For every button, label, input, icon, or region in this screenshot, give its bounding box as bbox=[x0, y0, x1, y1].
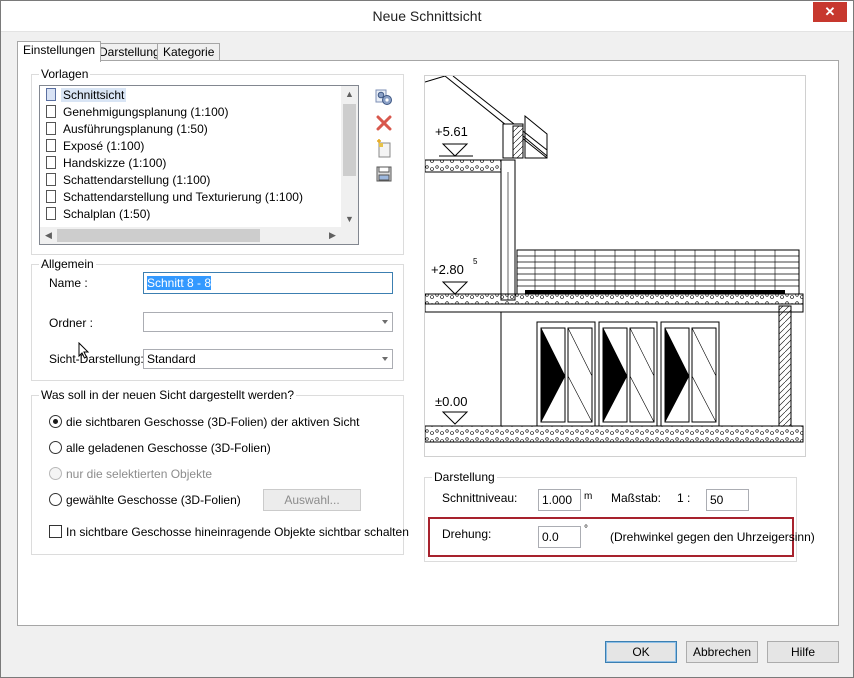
list-item[interactable]: Schalplan (1:50) bbox=[46, 206, 152, 223]
close-button[interactable]: ✕ bbox=[813, 2, 847, 22]
document-icon bbox=[46, 122, 56, 136]
tab-kategorie[interactable]: Kategorie bbox=[157, 43, 221, 61]
section-preview: +5.61 +2.80 5 ±0.00 bbox=[424, 75, 806, 457]
document-icon bbox=[46, 156, 56, 170]
drehung-input[interactable]: 0.0 bbox=[538, 526, 581, 548]
delete-template-button[interactable] bbox=[374, 113, 394, 133]
darstellung-legend: Darstellung bbox=[432, 470, 497, 484]
radio-sichtbare-geschosse-label[interactable]: die sichtbaren Geschosse (3D-Folien) der… bbox=[66, 415, 359, 429]
massstab-prefix: 1 : bbox=[677, 491, 691, 505]
horizontal-scrollbar[interactable]: ◀ ▶ bbox=[40, 227, 358, 244]
close-icon: ✕ bbox=[824, 4, 836, 19]
chevron-down-icon bbox=[382, 320, 388, 324]
sicht-darstellung-value: Standard bbox=[147, 352, 196, 366]
vertical-scroll-thumb[interactable] bbox=[343, 104, 356, 176]
new-template-button[interactable] bbox=[374, 139, 394, 159]
name-input[interactable]: Schnitt 8 - 8 bbox=[143, 272, 393, 294]
name-label: Name : bbox=[49, 276, 88, 290]
tab-darstellung[interactable]: Darstellung bbox=[93, 43, 166, 61]
dialog-window: Neue Schnittsicht ✕ Einstellungen Darste… bbox=[0, 0, 854, 678]
ok-button[interactable]: OK bbox=[605, 641, 677, 663]
list-item[interactable]: Schnittsicht bbox=[46, 87, 127, 104]
ordner-select[interactable] bbox=[143, 312, 393, 332]
scroll-right-icon[interactable]: ▶ bbox=[324, 227, 341, 244]
new-template-icon bbox=[377, 139, 391, 158]
vertical-scrollbar[interactable]: ▲ ▼ bbox=[341, 86, 358, 228]
delete-x-icon bbox=[376, 115, 392, 131]
sicht-darstellung-select[interactable]: Standard bbox=[143, 349, 393, 369]
section-preview-drawing: +5.61 +2.80 5 ±0.00 bbox=[425, 76, 804, 443]
radio-selektierte-objekte bbox=[49, 467, 62, 480]
help-button[interactable]: Hilfe bbox=[767, 641, 839, 663]
scroll-up-icon[interactable]: ▲ bbox=[341, 86, 358, 103]
allgemein-legend: Allgemein bbox=[39, 257, 96, 271]
list-item[interactable]: Schattendarstellung und Texturierung (1:… bbox=[46, 189, 305, 206]
scroll-left-icon[interactable]: ◀ bbox=[40, 227, 57, 244]
template-settings-button[interactable] bbox=[374, 87, 394, 107]
radio-gewaehlte-geschosse[interactable] bbox=[49, 493, 62, 506]
massstab-input[interactable]: 50 bbox=[706, 489, 749, 511]
list-item[interactable]: Schattendarstellung (1:100) bbox=[46, 172, 212, 189]
document-icon bbox=[46, 207, 56, 221]
drehung-hint: (Drehwinkel gegen den Uhrzeigersinn) bbox=[610, 530, 815, 544]
hineinragende-objekte-label[interactable]: In sichtbare Geschosse hineinragende Obj… bbox=[66, 525, 409, 539]
level-label-upper: +5.61 bbox=[435, 124, 468, 139]
chevron-down-icon bbox=[382, 357, 388, 361]
schnittniveau-input[interactable]: 1.000 bbox=[538, 489, 581, 511]
mouse-cursor-icon bbox=[78, 342, 90, 359]
radio-geladene-geschosse-label[interactable]: alle geladenen Geschosse (3D-Folien) bbox=[66, 441, 271, 455]
name-input-value: Schnitt 8 - 8 bbox=[147, 276, 212, 290]
list-item[interactable]: Handskizze (1:100) bbox=[46, 155, 168, 172]
list-item[interactable]: Exposé (1:100) bbox=[46, 138, 146, 155]
drehung-label: Drehung: bbox=[442, 527, 492, 541]
list-item[interactable]: Genehmigungsplanung (1:100) bbox=[46, 104, 230, 121]
document-icon bbox=[46, 190, 56, 204]
horizontal-scroll-thumb[interactable] bbox=[57, 229, 260, 242]
dargestellt-legend: Was soll in der neuen Sicht dargestellt … bbox=[39, 388, 297, 402]
drehung-unit: ° bbox=[584, 524, 588, 535]
document-icon bbox=[46, 88, 56, 102]
ordner-label: Ordner : bbox=[49, 316, 94, 330]
list-item[interactable]: Ausführungsplanung (1:50) bbox=[46, 121, 210, 138]
radio-sichtbare-geschosse[interactable] bbox=[49, 415, 62, 428]
window-title: Neue Schnittsicht bbox=[372, 8, 482, 24]
hineinragende-objekte-checkbox[interactable] bbox=[49, 525, 62, 538]
radio-geladene-geschosse[interactable] bbox=[49, 441, 62, 454]
vorlagen-list[interactable]: Schnittsicht Genehmigungsplanung (1:100)… bbox=[39, 85, 359, 245]
document-icon bbox=[46, 105, 56, 119]
document-icon bbox=[46, 173, 56, 187]
level-label-middle: +2.80 bbox=[431, 262, 464, 277]
title-bar: Neue Schnittsicht ✕ bbox=[1, 1, 853, 32]
level-superscript: 5 bbox=[473, 257, 478, 266]
settings-gear-icon bbox=[375, 89, 392, 105]
cancel-button[interactable]: Abbrechen bbox=[686, 641, 758, 663]
massstab-label: Maßstab: bbox=[611, 491, 662, 505]
document-icon bbox=[46, 139, 56, 153]
tab-einstellungen[interactable]: Einstellungen bbox=[17, 41, 102, 62]
save-template-button[interactable] bbox=[374, 164, 394, 184]
scroll-down-icon[interactable]: ▼ bbox=[341, 211, 358, 228]
auswahl-button: Auswahl... bbox=[263, 489, 361, 511]
vorlagen-legend: Vorlagen bbox=[39, 67, 91, 81]
save-template-icon bbox=[376, 166, 392, 182]
radio-selektierte-objekte-label: nur die selektierten Objekte bbox=[66, 467, 213, 481]
radio-gewaehlte-geschosse-label[interactable]: gewählte Geschosse (3D-Folien) bbox=[66, 493, 241, 507]
schnittniveau-label: Schnittniveau: bbox=[442, 491, 518, 505]
schnittniveau-unit: m bbox=[584, 491, 593, 502]
sicht-darstellung-label: Sicht-Darstellung: bbox=[49, 352, 144, 366]
level-label-ground: ±0.00 bbox=[435, 394, 467, 409]
